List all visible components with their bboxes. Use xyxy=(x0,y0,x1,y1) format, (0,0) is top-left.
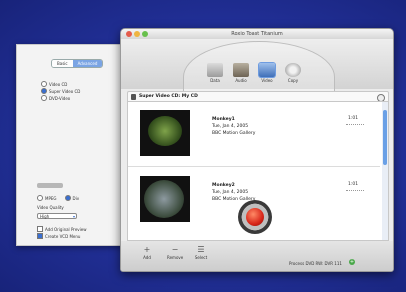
remove-button[interactable]: − Remove xyxy=(167,245,183,260)
radio-button[interactable] xyxy=(41,88,47,94)
scrollbar-thumb[interactable] xyxy=(383,110,387,165)
radio-mpeg[interactable] xyxy=(37,195,43,201)
add-button[interactable]: + Add xyxy=(139,245,155,260)
item-source: BBC Motion Gallery xyxy=(212,131,256,136)
options-segmented-control[interactable]: Basic Advanced xyxy=(51,59,104,68)
item-date: Tue, Jan 4, 2005 xyxy=(212,190,249,195)
video-thumbnail xyxy=(140,176,190,222)
bottom-bar: + Add − Remove ☰ Select Process DVD RW: … xyxy=(121,241,393,271)
item-name: Monkey1 xyxy=(212,117,235,122)
checkbox[interactable] xyxy=(37,233,43,239)
item-date: Tue, Jan 4, 2005 xyxy=(212,124,249,129)
add-device-icon[interactable]: + xyxy=(349,259,355,265)
audio-icon xyxy=(233,63,249,77)
disc-icon xyxy=(131,94,136,100)
format-option-dvd-video[interactable]: DVD-Video xyxy=(41,95,70,101)
scrollbar[interactable] xyxy=(382,102,388,240)
tab-advanced[interactable]: Advanced xyxy=(72,60,103,67)
video-options-panel: Basic Advanced Video CD Super Video CD D… xyxy=(16,44,128,246)
video-thumbnail xyxy=(140,110,190,156)
title-bar[interactable]: Roxio Toast Titanium xyxy=(121,29,393,39)
duration-bar xyxy=(346,124,364,125)
duration-bar xyxy=(346,190,364,191)
tab-basic[interactable]: Basic xyxy=(52,60,73,67)
copy-icon xyxy=(285,63,301,77)
status-text: Process DVD RW: DVR 111 xyxy=(289,261,342,266)
item-duration: 1:01 xyxy=(348,116,359,121)
window-title: Roxio Toast Titanium xyxy=(231,31,283,37)
tab-data[interactable]: Data xyxy=(205,63,225,87)
checkbox-create-vcd-menu[interactable]: Create VCD Menu xyxy=(37,233,80,239)
video-quality-select[interactable]: High ▾ xyxy=(37,213,77,219)
video-quality-label: Video Quality xyxy=(37,205,64,210)
tab-audio[interactable]: Audio xyxy=(231,63,251,87)
encoder-options: MPEG Div xyxy=(37,195,79,201)
video-icon xyxy=(259,63,275,77)
select-icon: ☰ xyxy=(197,245,205,254)
format-option-super-video-cd[interactable]: Super Video CD xyxy=(41,88,80,94)
toolbar: Data Audio Video Copy xyxy=(121,39,393,113)
row-divider xyxy=(128,166,380,167)
chevron-down-icon: ▾ xyxy=(72,214,75,219)
section-divider xyxy=(37,183,63,188)
data-icon xyxy=(207,63,223,77)
tab-video[interactable]: Video xyxy=(257,63,277,87)
burn-button[interactable] xyxy=(246,208,264,226)
select-button[interactable]: ☰ Select xyxy=(193,245,209,260)
add-icon: + xyxy=(143,245,151,254)
item-name: Monkey2 xyxy=(212,183,235,188)
toast-main-window: Roxio Toast Titanium Data Audio Video Co… xyxy=(120,28,394,272)
format-option-video-cd[interactable]: Video CD xyxy=(41,81,67,87)
checkbox[interactable] xyxy=(37,226,43,232)
checkbox-add-original-preview[interactable]: Add Original Preview xyxy=(37,226,87,232)
radio-div[interactable] xyxy=(64,195,71,201)
tab-copy[interactable]: Copy xyxy=(283,63,303,87)
radio-button[interactable] xyxy=(41,81,47,87)
remove-icon: − xyxy=(171,245,179,254)
list-item[interactable]: Monkey1 Tue, Jan 4, 2005 BBC Motion Gall… xyxy=(128,104,380,164)
radio-button[interactable] xyxy=(41,95,47,101)
item-duration: 1:01 xyxy=(348,182,359,187)
